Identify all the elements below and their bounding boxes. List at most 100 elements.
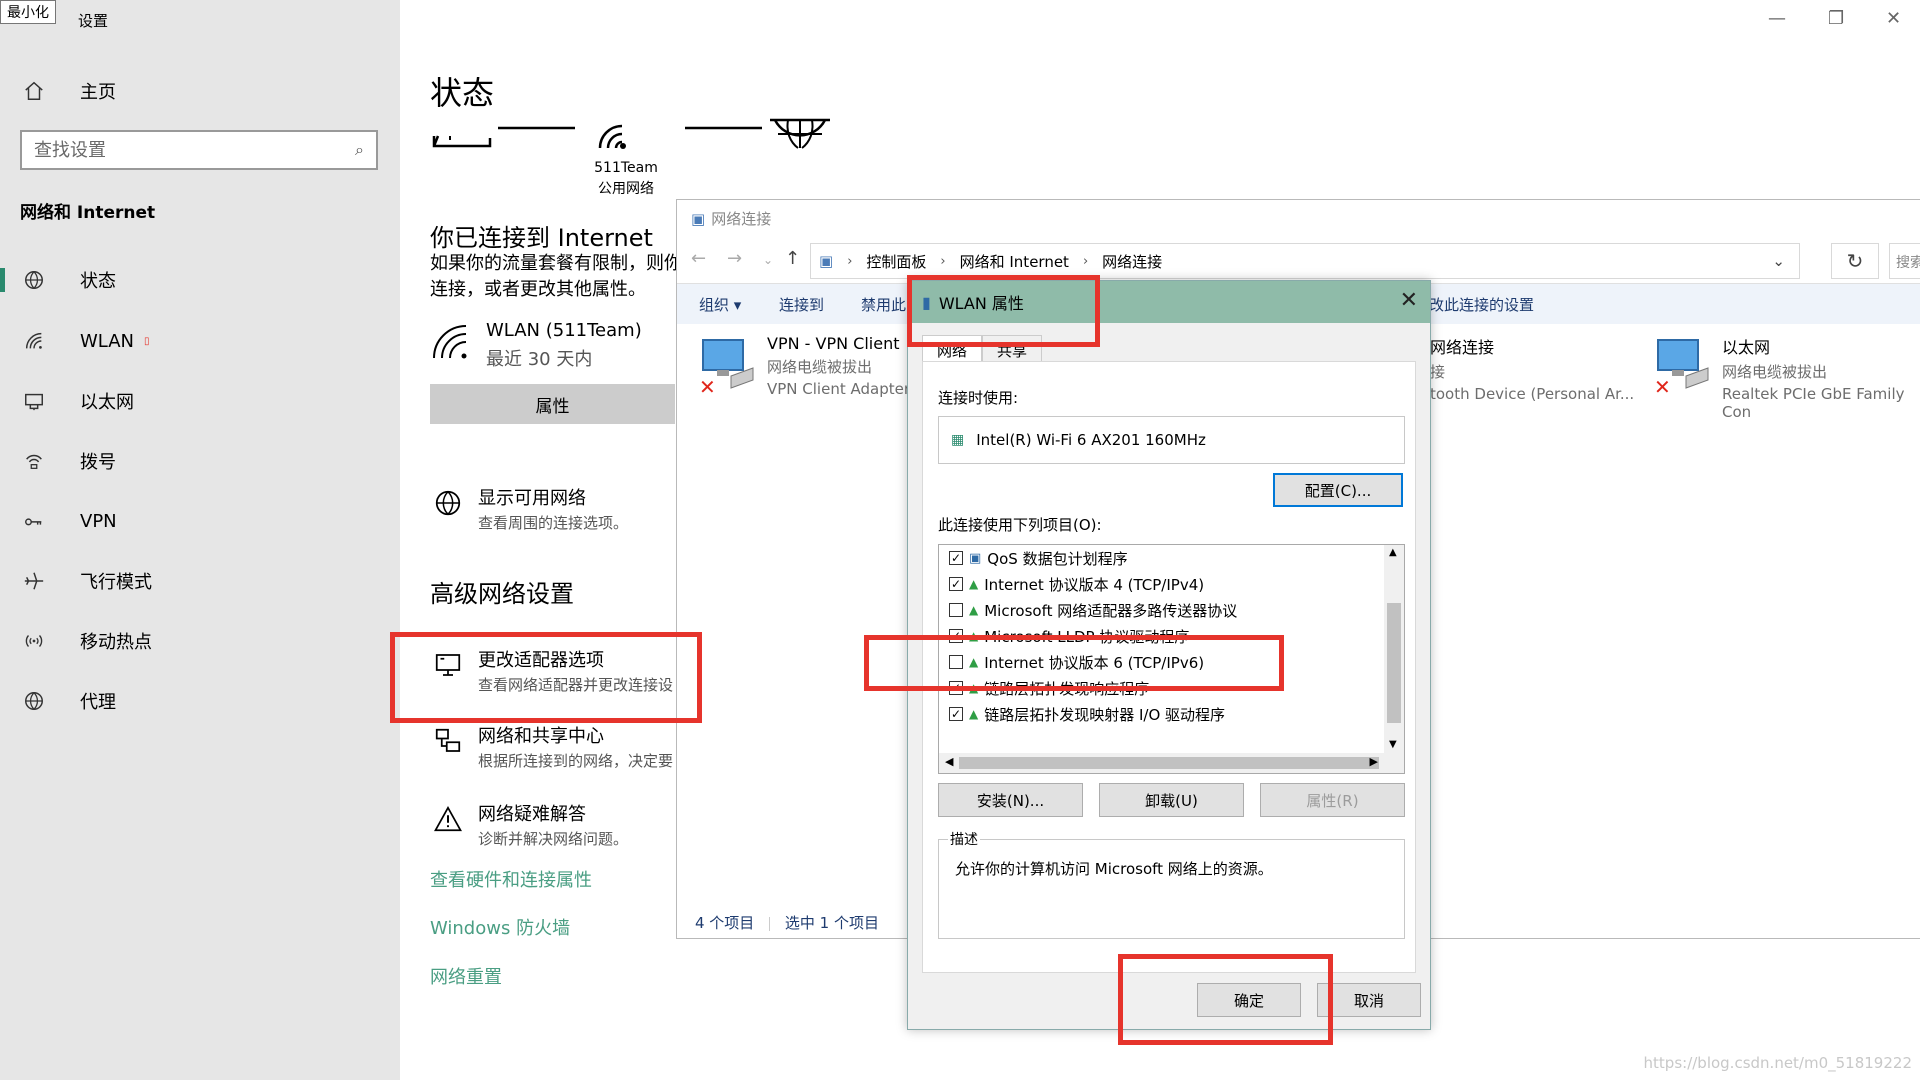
qos-icon: ▣ (969, 550, 982, 566)
item-properties-button[interactable]: 属性(R) (1260, 783, 1405, 817)
forward-arrow-icon[interactable]: → (727, 248, 742, 269)
network-name: 511Team (594, 160, 658, 176)
adapter-item-vpn[interactable]: ✕ VPN - VPN Client 网络电缆被拔出 VPN Client Ad… (697, 334, 910, 399)
maximize-button[interactable]: ❐ (1828, 8, 1844, 29)
sidebar-item-wlan[interactable]: WLAN ▯ (0, 317, 400, 365)
refresh-button[interactable]: ↻ (1831, 243, 1879, 279)
svg-text:✕: ✕ (1654, 375, 1671, 396)
up-arrow-icon[interactable]: ↑ (785, 248, 800, 269)
scroll-right-icon[interactable]: ▶ (1370, 755, 1378, 768)
search-folder-input[interactable]: 搜索 (1889, 243, 1920, 279)
home-label: 主页 (80, 82, 116, 103)
show-networks-link[interactable]: 显示可用网络 查看周围的连接选项。 (430, 484, 628, 533)
minimize-button[interactable]: — (1768, 8, 1786, 29)
internet-globe-icon (770, 118, 830, 149)
network-folder-icon: ▣ (691, 209, 706, 228)
settings-search-box[interactable]: ⌕ (20, 130, 378, 170)
sidebar-item-status[interactable]: 状态 (0, 256, 400, 304)
minimize-tooltip: 最小化 (0, 0, 56, 24)
hardware-properties-link[interactable]: 查看硬件和连接属性 (430, 866, 592, 892)
hotspot-icon (20, 630, 48, 652)
uninstall-button[interactable]: 卸载(U) (1099, 783, 1244, 817)
sidebar-item-hotspot[interactable]: 移动热点 (0, 617, 400, 665)
highlight-box-ipv6 (864, 635, 1284, 691)
sidebar-item-proxy[interactable]: 代理 (0, 677, 400, 725)
item-checkbox[interactable]: ✓ (949, 577, 963, 591)
recent-dropdown-icon[interactable]: ⌄ (763, 253, 773, 267)
sharing-center-link[interactable]: 网络和共享中心 根据所连接到的网络，决定要 (430, 722, 673, 771)
dialog-close-icon[interactable]: ✕ (1400, 288, 1418, 313)
sidebar-item-dialup[interactable]: 拨号 (0, 437, 400, 485)
scroll-left-icon[interactable]: ◀ (945, 755, 953, 768)
vpn-icon (20, 510, 48, 532)
list-item[interactable]: ▲ Microsoft 网络适配器多路传送器协议 (949, 597, 1237, 623)
item-checkbox[interactable] (949, 603, 963, 617)
sharing-center-desc: 根据所连接到的网络，决定要 (478, 752, 674, 770)
adapter-status: 接 (1430, 363, 1446, 381)
connect-using-label: 连接时使用: (938, 389, 1019, 407)
breadcrumb-item[interactable]: 网络和 Internet (960, 251, 1069, 272)
chevron-down-icon[interactable]: ⌄ (1772, 252, 1785, 270)
settings-search-input[interactable] (34, 139, 356, 161)
firewall-link[interactable]: Windows 防火墙 (430, 914, 570, 940)
connect-to-button[interactable]: 连接到 (779, 294, 824, 315)
items-label: 此连接使用下列项目(O): (938, 516, 1102, 534)
organize-menu[interactable]: 组织 ▾ (699, 294, 741, 315)
window-title-text: 网络连接 (711, 210, 772, 228)
vertical-scrollbar[interactable]: ▲ ▼ (1384, 545, 1404, 755)
router-icon (432, 135, 492, 148)
sidebar-item-label: 飞行模式 (80, 572, 152, 593)
scroll-up-icon[interactable]: ▲ (1389, 547, 1397, 558)
show-networks-title: 显示可用网络 (478, 488, 586, 509)
sidebar-item-label: 移动热点 (80, 632, 152, 653)
home-nav-item[interactable]: 主页 (0, 67, 400, 115)
item-checkbox[interactable]: ✓ (949, 707, 963, 721)
troubleshoot-desc: 诊断并解决网络问题。 (478, 830, 629, 848)
sidebar-item-ethernet[interactable]: 以太网 (0, 377, 400, 425)
adapter-item-bluetooth[interactable]: 网络连接 接 tooth Device (Personal Ar... (1430, 334, 1634, 403)
troubleshoot-link[interactable]: 网络疑难解答 诊断并解决网络问题。 (430, 800, 628, 849)
list-item[interactable]: ✓ ▲ Internet 协议版本 4 (TCP/IPv4) (949, 571, 1204, 597)
change-settings-button[interactable]: 改此连接的设置 (1429, 294, 1534, 315)
highlight-box-dialog-title (907, 275, 1100, 347)
scrollbar-thumb[interactable] (1387, 603, 1401, 723)
troubleshoot-title: 网络疑难解答 (478, 804, 586, 825)
scrollbar-thumb[interactable] (959, 757, 1379, 769)
protocol-icon: ▲ (969, 603, 979, 617)
connected-desc-line2: 连接，或者更改其他属性。 (430, 279, 646, 300)
item-checkbox[interactable]: ✓ (949, 551, 963, 565)
sidebar-item-label: 状态 (80, 271, 116, 292)
disable-device-button[interactable]: 禁用此 (861, 294, 906, 315)
wifi-icon (433, 325, 467, 359)
close-button[interactable]: ✕ (1886, 8, 1901, 29)
address-bar[interactable]: ▣ › 控制面板 › 网络和 Internet › 网络连接 ⌄ (810, 243, 1800, 279)
adapter-status: 网络电缆被拔出 (1722, 363, 1828, 381)
list-item[interactable]: ✓ ▲ 链路层拓扑发现映射器 I/O 驱动程序 (949, 701, 1225, 727)
install-button[interactable]: 安装(N)... (938, 783, 1083, 817)
sidebar-item-label: 以太网 (80, 392, 134, 413)
properties-button[interactable]: 属性 (430, 384, 675, 424)
back-arrow-icon[interactable]: ← (691, 248, 706, 269)
breadcrumb-item[interactable]: 控制面板 (866, 251, 926, 272)
configure-button[interactable]: 配置(C)... (1273, 473, 1403, 507)
item-label: 链路层拓扑发现映射器 I/O 驱动程序 (984, 705, 1226, 724)
search-icon[interactable]: ⌕ (355, 140, 364, 160)
network-reset-link[interactable]: 网络重置 (430, 963, 502, 989)
status-bar: 4 个项目 选中 1 个项目 (695, 912, 879, 933)
home-icon (20, 80, 48, 102)
network-diagram: 511Team 公用网络 (430, 112, 830, 202)
warning-icon (430, 800, 466, 849)
highlight-box-adapter-options (390, 632, 702, 723)
sidebar-item-vpn[interactable]: VPN (0, 497, 400, 545)
network-adapter-icon: ✕ (697, 334, 757, 399)
sharing-icon (430, 722, 466, 771)
scroll-down-icon[interactable]: ▼ (1389, 739, 1397, 750)
adapter-item-ethernet[interactable]: ✕ 以太网 网络电缆被拔出 Realtek PCIe GbE Family Co… (1652, 334, 1920, 421)
airplane-icon (20, 570, 48, 592)
item-label: Microsoft 网络适配器多路传送器协议 (984, 601, 1238, 620)
protocol-icon: ▲ (969, 707, 979, 721)
horizontal-scrollbar[interactable]: ◀ ▶ (939, 753, 1404, 773)
sidebar-item-airplane[interactable]: 飞行模式 (0, 557, 400, 605)
breadcrumb-item[interactable]: 网络连接 (1102, 251, 1162, 272)
list-item[interactable]: ✓ ▣ QoS 数据包计划程序 (949, 545, 1128, 571)
